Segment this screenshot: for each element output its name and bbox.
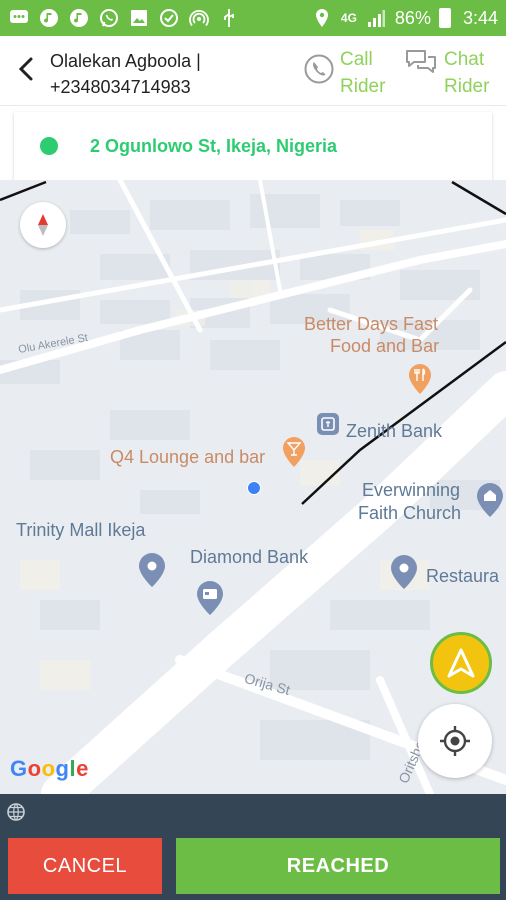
bottom-action-bar: CANCEL REACHED — [0, 794, 506, 900]
chat-rider-button[interactable]: Chat Rider — [404, 46, 489, 100]
ride-header: Olalekan Agboola | +2348034714983 Call R… — [0, 36, 506, 106]
cancel-button[interactable]: CANCEL — [8, 838, 162, 894]
music-icon — [38, 7, 60, 29]
chat-label-rider: Rider — [444, 76, 490, 97]
image-icon — [128, 7, 150, 29]
bank-icon[interactable] — [316, 412, 340, 436]
mall-pin-icon[interactable] — [138, 552, 166, 588]
poi-label: Everwinning — [362, 480, 461, 500]
restaurant-pin-icon[interactable] — [408, 363, 432, 395]
signal-icon — [365, 7, 387, 29]
place-pin-icon[interactable] — [390, 554, 418, 590]
battery-percent: 86% — [394, 7, 431, 28]
google-logo: Google — [10, 756, 89, 781]
usb-icon — [218, 7, 240, 29]
poi-label: Zenith Bank — [346, 421, 443, 441]
clock: 3:44 — [462, 7, 498, 28]
poi-label: Food and Bar — [330, 336, 440, 356]
rider-info: Olalekan Agboola | +2348034714983 — [50, 48, 201, 100]
hotspot-icon — [188, 7, 210, 29]
call-label: Call — [340, 49, 373, 70]
bar-pin-icon[interactable] — [282, 436, 306, 468]
my-location-button[interactable] — [418, 704, 492, 778]
music-icon — [68, 7, 90, 29]
rider-phone: +2348034714983 — [50, 77, 191, 97]
crosshair-icon — [440, 726, 470, 756]
whatsapp-icon — [98, 7, 120, 29]
poi-label: Faith Church — [358, 503, 462, 523]
destination-dot-icon — [40, 137, 58, 155]
poi-label: Trinity Mall Ikeja — [16, 520, 146, 540]
poi-label: Better Days Fast — [304, 314, 439, 334]
destination-card[interactable]: 2 Ogunlowo St, Ikeja, Nigeria — [14, 112, 492, 180]
status-bar: 4G 86% 3:44 — [0, 0, 506, 36]
phone-icon — [304, 54, 334, 92]
rider-name: Olalekan Agboola | — [50, 51, 201, 71]
battery-icon — [438, 8, 451, 28]
current-location-dot — [247, 481, 261, 495]
destination-address: 2 Ogunlowo St, Ikeja, Nigeria — [90, 135, 338, 156]
location-icon — [311, 7, 333, 29]
navigate-button[interactable] — [430, 632, 492, 694]
compass-button[interactable] — [20, 202, 66, 248]
call-label-rider: Rider — [340, 76, 386, 97]
church-pin-icon[interactable] — [476, 482, 504, 518]
messages-icon — [8, 7, 30, 29]
chevron-left-icon — [18, 57, 33, 81]
poi-label: Diamond Bank — [190, 547, 309, 567]
network-type: 4G — [340, 11, 357, 25]
bank-pin-icon[interactable] — [196, 580, 224, 616]
reached-button[interactable]: REACHED — [176, 838, 500, 894]
globe-icon[interactable] — [6, 802, 26, 822]
compass-icon — [38, 214, 48, 236]
map-view[interactable]: Olu Akerele St Orija St Oritshe St Bette… — [0, 180, 506, 794]
chat-label: Chat — [444, 49, 485, 70]
poi-label: Q4 Lounge and bar — [110, 447, 266, 467]
chat-icon — [404, 48, 438, 84]
check-icon — [158, 7, 180, 29]
poi-label: Restaura — [426, 566, 500, 586]
navigation-arrow-icon — [447, 648, 475, 678]
back-button[interactable] — [12, 52, 40, 86]
call-rider-button[interactable]: Call Rider — [304, 46, 385, 100]
